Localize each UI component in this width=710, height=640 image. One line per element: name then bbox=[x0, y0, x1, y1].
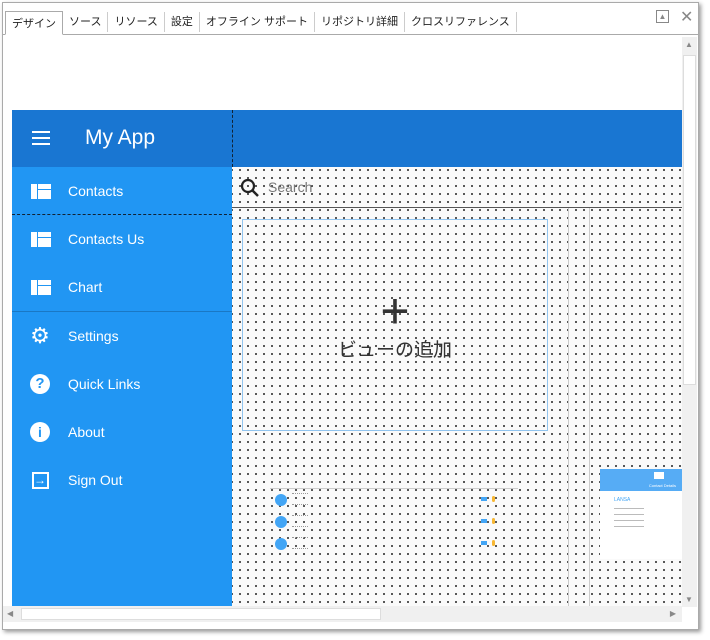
app-preview: My App Contacts Contacts Us Chart ⚙ Setti… bbox=[12, 110, 682, 606]
card-header: Contact Details bbox=[600, 469, 682, 491]
sidebar-item-label: Settings bbox=[68, 328, 119, 344]
add-view-label: ビューの追加 bbox=[337, 339, 452, 361]
header-divider bbox=[232, 110, 233, 167]
info-icon: i bbox=[30, 422, 50, 442]
gear-icon: ⚙ bbox=[30, 323, 50, 348]
app-title: My App bbox=[85, 126, 156, 149]
add-view-placeholder[interactable]: + ビューの追加 bbox=[242, 219, 548, 431]
sidebar-item-label: About bbox=[68, 424, 105, 440]
card-line bbox=[614, 526, 644, 527]
view-quilt-icon bbox=[30, 229, 51, 249]
help-icon: ? bbox=[30, 374, 50, 394]
tab-cross-reference[interactable]: クロスリファレンス bbox=[405, 12, 517, 32]
contact-card-icon bbox=[654, 472, 664, 479]
scroll-thumb[interactable] bbox=[683, 55, 696, 385]
scroll-left-icon[interactable]: ◀ bbox=[7, 609, 13, 618]
search-icon bbox=[240, 178, 259, 197]
column-divider bbox=[568, 208, 569, 606]
sidebar-item-contacts-us[interactable]: Contacts Us bbox=[12, 215, 232, 263]
view-quilt-icon bbox=[30, 181, 51, 201]
close-icon[interactable]: ✕ bbox=[680, 7, 693, 27]
scroll-up-icon[interactable]: ▲ bbox=[685, 40, 693, 49]
list-item bbox=[270, 489, 518, 511]
list-item bbox=[270, 533, 518, 555]
sidebar: Contacts Contacts Us Chart ⚙ Settings ? Qu… bbox=[12, 167, 232, 606]
card-line bbox=[614, 514, 644, 515]
search-input[interactable]: Search bbox=[268, 179, 312, 195]
app-header: My App bbox=[12, 110, 682, 167]
designer-window: デザイン ソース リソース 設定 オフライン サポート リポジトリ詳細 クロスリ… bbox=[2, 2, 699, 630]
sidebar-item-about[interactable]: i About bbox=[12, 408, 232, 456]
contact-details-card: Contact Details LANSA bbox=[600, 469, 682, 559]
vertical-scrollbar[interactable]: ▲ ▼ bbox=[682, 37, 697, 607]
sidebar-item-label: Sign Out bbox=[68, 472, 123, 488]
sign-out-icon: → bbox=[30, 470, 50, 490]
hamburger-menu-icon[interactable] bbox=[32, 131, 50, 145]
sidebar-item-contacts[interactable]: Contacts bbox=[12, 167, 232, 215]
sidebar-item-chart[interactable]: Chart bbox=[12, 263, 232, 311]
scroll-right-icon[interactable]: ▶ bbox=[670, 609, 676, 618]
horizontal-scrollbar[interactable]: ◀ ▶ bbox=[3, 606, 682, 622]
tab-settings[interactable]: 設定 bbox=[165, 12, 200, 32]
card-line bbox=[614, 520, 644, 521]
scroll-thumb[interactable] bbox=[21, 608, 381, 620]
view-quilt-icon bbox=[30, 277, 51, 297]
maximize-icon[interactable]: ▲ bbox=[656, 10, 669, 23]
sidebar-item-label: Contacts Us bbox=[68, 231, 145, 247]
plus-icon: + bbox=[380, 282, 410, 339]
tab-source[interactable]: ソース bbox=[63, 12, 109, 32]
sidebar-item-settings[interactable]: ⚙ Settings bbox=[12, 312, 232, 360]
tab-resources[interactable]: リソース bbox=[108, 12, 165, 32]
tab-bar: デザイン ソース リソース 設定 オフライン サポート リポジトリ詳細 クロスリ… bbox=[3, 3, 698, 35]
card-line bbox=[614, 508, 644, 509]
list-item bbox=[270, 511, 518, 533]
sidebar-item-label: Chart bbox=[68, 279, 103, 295]
card-title: Contact Details bbox=[648, 483, 676, 488]
tab-design[interactable]: デザイン bbox=[5, 11, 63, 35]
sidebar-item-sign-out[interactable]: → Sign Out bbox=[12, 456, 232, 504]
column-divider bbox=[589, 208, 590, 606]
sidebar-item-quick-links[interactable]: ? Quick Links bbox=[12, 360, 232, 408]
sidebar-item-label: Contacts bbox=[68, 182, 124, 199]
sidebar-item-label: Quick Links bbox=[68, 376, 141, 392]
tab-repository-details[interactable]: リポジトリ詳細 bbox=[315, 12, 405, 32]
scroll-down-icon[interactable]: ▼ bbox=[685, 595, 693, 604]
tab-offline-support[interactable]: オフライン サポート bbox=[200, 12, 315, 32]
search-bar[interactable]: Search bbox=[232, 167, 682, 208]
contact-list-preview bbox=[270, 488, 518, 555]
card-name: LANSA bbox=[614, 497, 631, 503]
